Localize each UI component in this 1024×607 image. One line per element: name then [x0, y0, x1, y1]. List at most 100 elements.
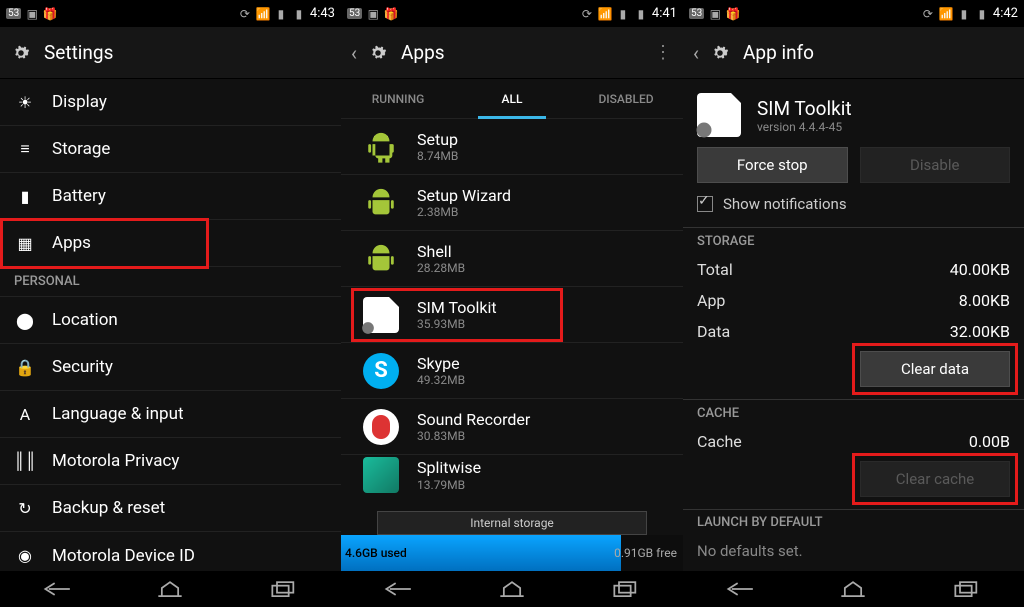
clock: 4:41 [652, 6, 677, 21]
item-security[interactable]: 🔒Security [0, 344, 341, 391]
section-personal: PERSONAL [0, 267, 341, 297]
item-storage[interactable]: ≡Storage [0, 126, 341, 173]
action-bar: Settings [0, 27, 341, 79]
tab-disabled[interactable]: DISABLED [569, 79, 683, 118]
phone-settings: 53 ▣ 🎁 ⟳ 📶 ▮ ▮ 4:43 Settings ☀Display ≡S… [0, 0, 341, 607]
app-list[interactable]: Setup8.74MB Setup Wizard2.38MB Shell28.2… [341, 119, 683, 511]
rotate-icon: ⟳ [921, 7, 935, 21]
item-display[interactable]: ☀Display [0, 79, 341, 126]
app-version: version 4.4.4-45 [757, 120, 852, 134]
lang-icon: A [14, 403, 36, 425]
apps-icon: ▦ [14, 232, 36, 254]
disable-button: Disable [860, 147, 1011, 183]
battery-icon: ▮ [634, 7, 648, 21]
status-bar: 53 ▣ 🎁 ⟳ 📶 ▮ ▮ 4:43 [0, 0, 341, 27]
home-icon[interactable] [498, 580, 526, 598]
back-icon[interactable] [726, 580, 754, 598]
no-defaults: No defaults set. [683, 534, 1024, 560]
app-item-sim[interactable]: SIM Toolkit35.93MB [341, 287, 683, 343]
section-launch: LAUNCH BY DEFAULT [683, 510, 1024, 534]
app-header: SIM Toolkit version 4.4.4-45 [683, 79, 1024, 147]
recent-icon[interactable] [612, 580, 640, 598]
location-icon: ⬤ [14, 309, 36, 331]
status-bar: 53 ▣ 🎁 ⟳ 📶 ▮ ▮ 4:41 [341, 0, 683, 27]
apps-content: RUNNING ALL DISABLED Setup8.74MB Setup W… [341, 79, 683, 571]
back-caret-icon[interactable]: ‹ [351, 41, 361, 65]
settings-list: ☀Display ≡Storage ▮Battery ▦Apps PERSONA… [0, 79, 341, 571]
battery-icon: ▮ [975, 7, 989, 21]
app-item[interactable]: Splitwise13.79MB [341, 455, 683, 495]
sim-icon [363, 297, 399, 333]
privacy-icon: ║║ [14, 450, 36, 472]
app-item[interactable]: S Skype49.32MB [341, 343, 683, 399]
checkbox-icon[interactable] [697, 196, 713, 212]
app-name: SIM Toolkit [757, 97, 852, 120]
clear-data-button[interactable]: Clear data [860, 351, 1010, 387]
item-apps[interactable]: ▦Apps [0, 220, 341, 267]
phone-apps: 53 ▣ 🎁 ⟳ 📶 ▮ ▮ 4:41 ‹ Apps ⋮ RUNNING ALL… [341, 0, 683, 607]
sim-icon [697, 93, 741, 137]
signal-icon: ▮ [616, 7, 630, 21]
checkbox-label: Show notifications [723, 195, 847, 213]
section-cache: CACHE [683, 400, 1024, 426]
storage-label: Internal storage [377, 511, 647, 535]
nav-bar [0, 571, 341, 607]
item-privacy[interactable]: ║║Motorola Privacy [0, 438, 341, 485]
rotate-icon: ⟳ [238, 7, 252, 21]
item-location[interactable]: ⬤Location [0, 297, 341, 344]
gear-icon [10, 42, 32, 64]
back-icon[interactable] [43, 580, 71, 598]
rotate-icon: ⟳ [580, 7, 594, 21]
storage-icon: ≡ [14, 138, 36, 160]
item-moto-id[interactable]: ◉Motorola Device ID [0, 532, 341, 571]
recent-icon[interactable] [953, 580, 981, 598]
app-item[interactable]: Setup8.74MB [341, 119, 683, 175]
title: App info [743, 41, 814, 64]
clear-cache-button: Clear cache [860, 461, 1010, 497]
gift-icon: 🎁 [726, 7, 740, 21]
gift-icon: 🎁 [43, 7, 57, 21]
status-badge: 53 [6, 8, 21, 19]
battery-icon: ▮ [292, 7, 306, 21]
wifi-icon: 📶 [939, 7, 953, 21]
nav-bar [341, 571, 683, 607]
app-item[interactable]: Sound Recorder30.83MB [341, 399, 683, 455]
storage-used: 4.6GB used [345, 546, 407, 560]
battery-icon: ▮ [14, 185, 36, 207]
overflow-icon[interactable]: ⋮ [654, 42, 673, 63]
home-icon[interactable] [156, 580, 184, 598]
section-storage: STORAGE [683, 228, 1024, 254]
nav-bar [683, 571, 1024, 607]
app-item[interactable]: Shell28.28MB [341, 231, 683, 287]
tab-all[interactable]: ALL [455, 79, 569, 118]
title: Settings [44, 41, 113, 64]
splitwise-icon [363, 457, 399, 493]
recent-icon[interactable] [270, 580, 298, 598]
signal-icon: ▮ [274, 7, 288, 21]
force-stop-button[interactable]: Force stop [697, 147, 848, 183]
home-icon[interactable] [839, 580, 867, 598]
android-icon [363, 129, 399, 165]
android-icon [363, 241, 399, 277]
back-caret-icon[interactable]: ‹ [693, 41, 703, 65]
item-language[interactable]: ALanguage & input [0, 391, 341, 438]
wifi-icon: 📶 [256, 7, 270, 21]
item-backup[interactable]: ↻Backup & reset [0, 485, 341, 532]
gear-icon [367, 42, 389, 64]
action-bar: ‹ Apps ⋮ [341, 27, 683, 79]
lock-icon: 🔒 [14, 356, 36, 378]
title: Apps [401, 41, 445, 64]
gift-icon: 🎁 [384, 7, 398, 21]
kv-app: App8.00KB [683, 285, 1024, 316]
app-item[interactable]: Setup Wizard2.38MB [341, 175, 683, 231]
show-notifications-row[interactable]: Show notifications [683, 195, 1024, 228]
phone-appinfo: 53 ▣ 🎁 ⟳ 📶 ▮ ▮ 4:42 ‹ App info SIM Toolk… [683, 0, 1024, 607]
appinfo-content[interactable]: SIM Toolkit version 4.4.4-45 Force stop … [683, 79, 1024, 571]
item-battery[interactable]: ▮Battery [0, 173, 341, 220]
kv-total: Total40.00KB [683, 254, 1024, 285]
kv-data: Data32.00KB [683, 316, 1024, 347]
button-row: Force stop Disable [683, 147, 1024, 195]
tab-running[interactable]: RUNNING [341, 79, 455, 118]
gear-icon [709, 42, 731, 64]
back-icon[interactable] [384, 580, 412, 598]
